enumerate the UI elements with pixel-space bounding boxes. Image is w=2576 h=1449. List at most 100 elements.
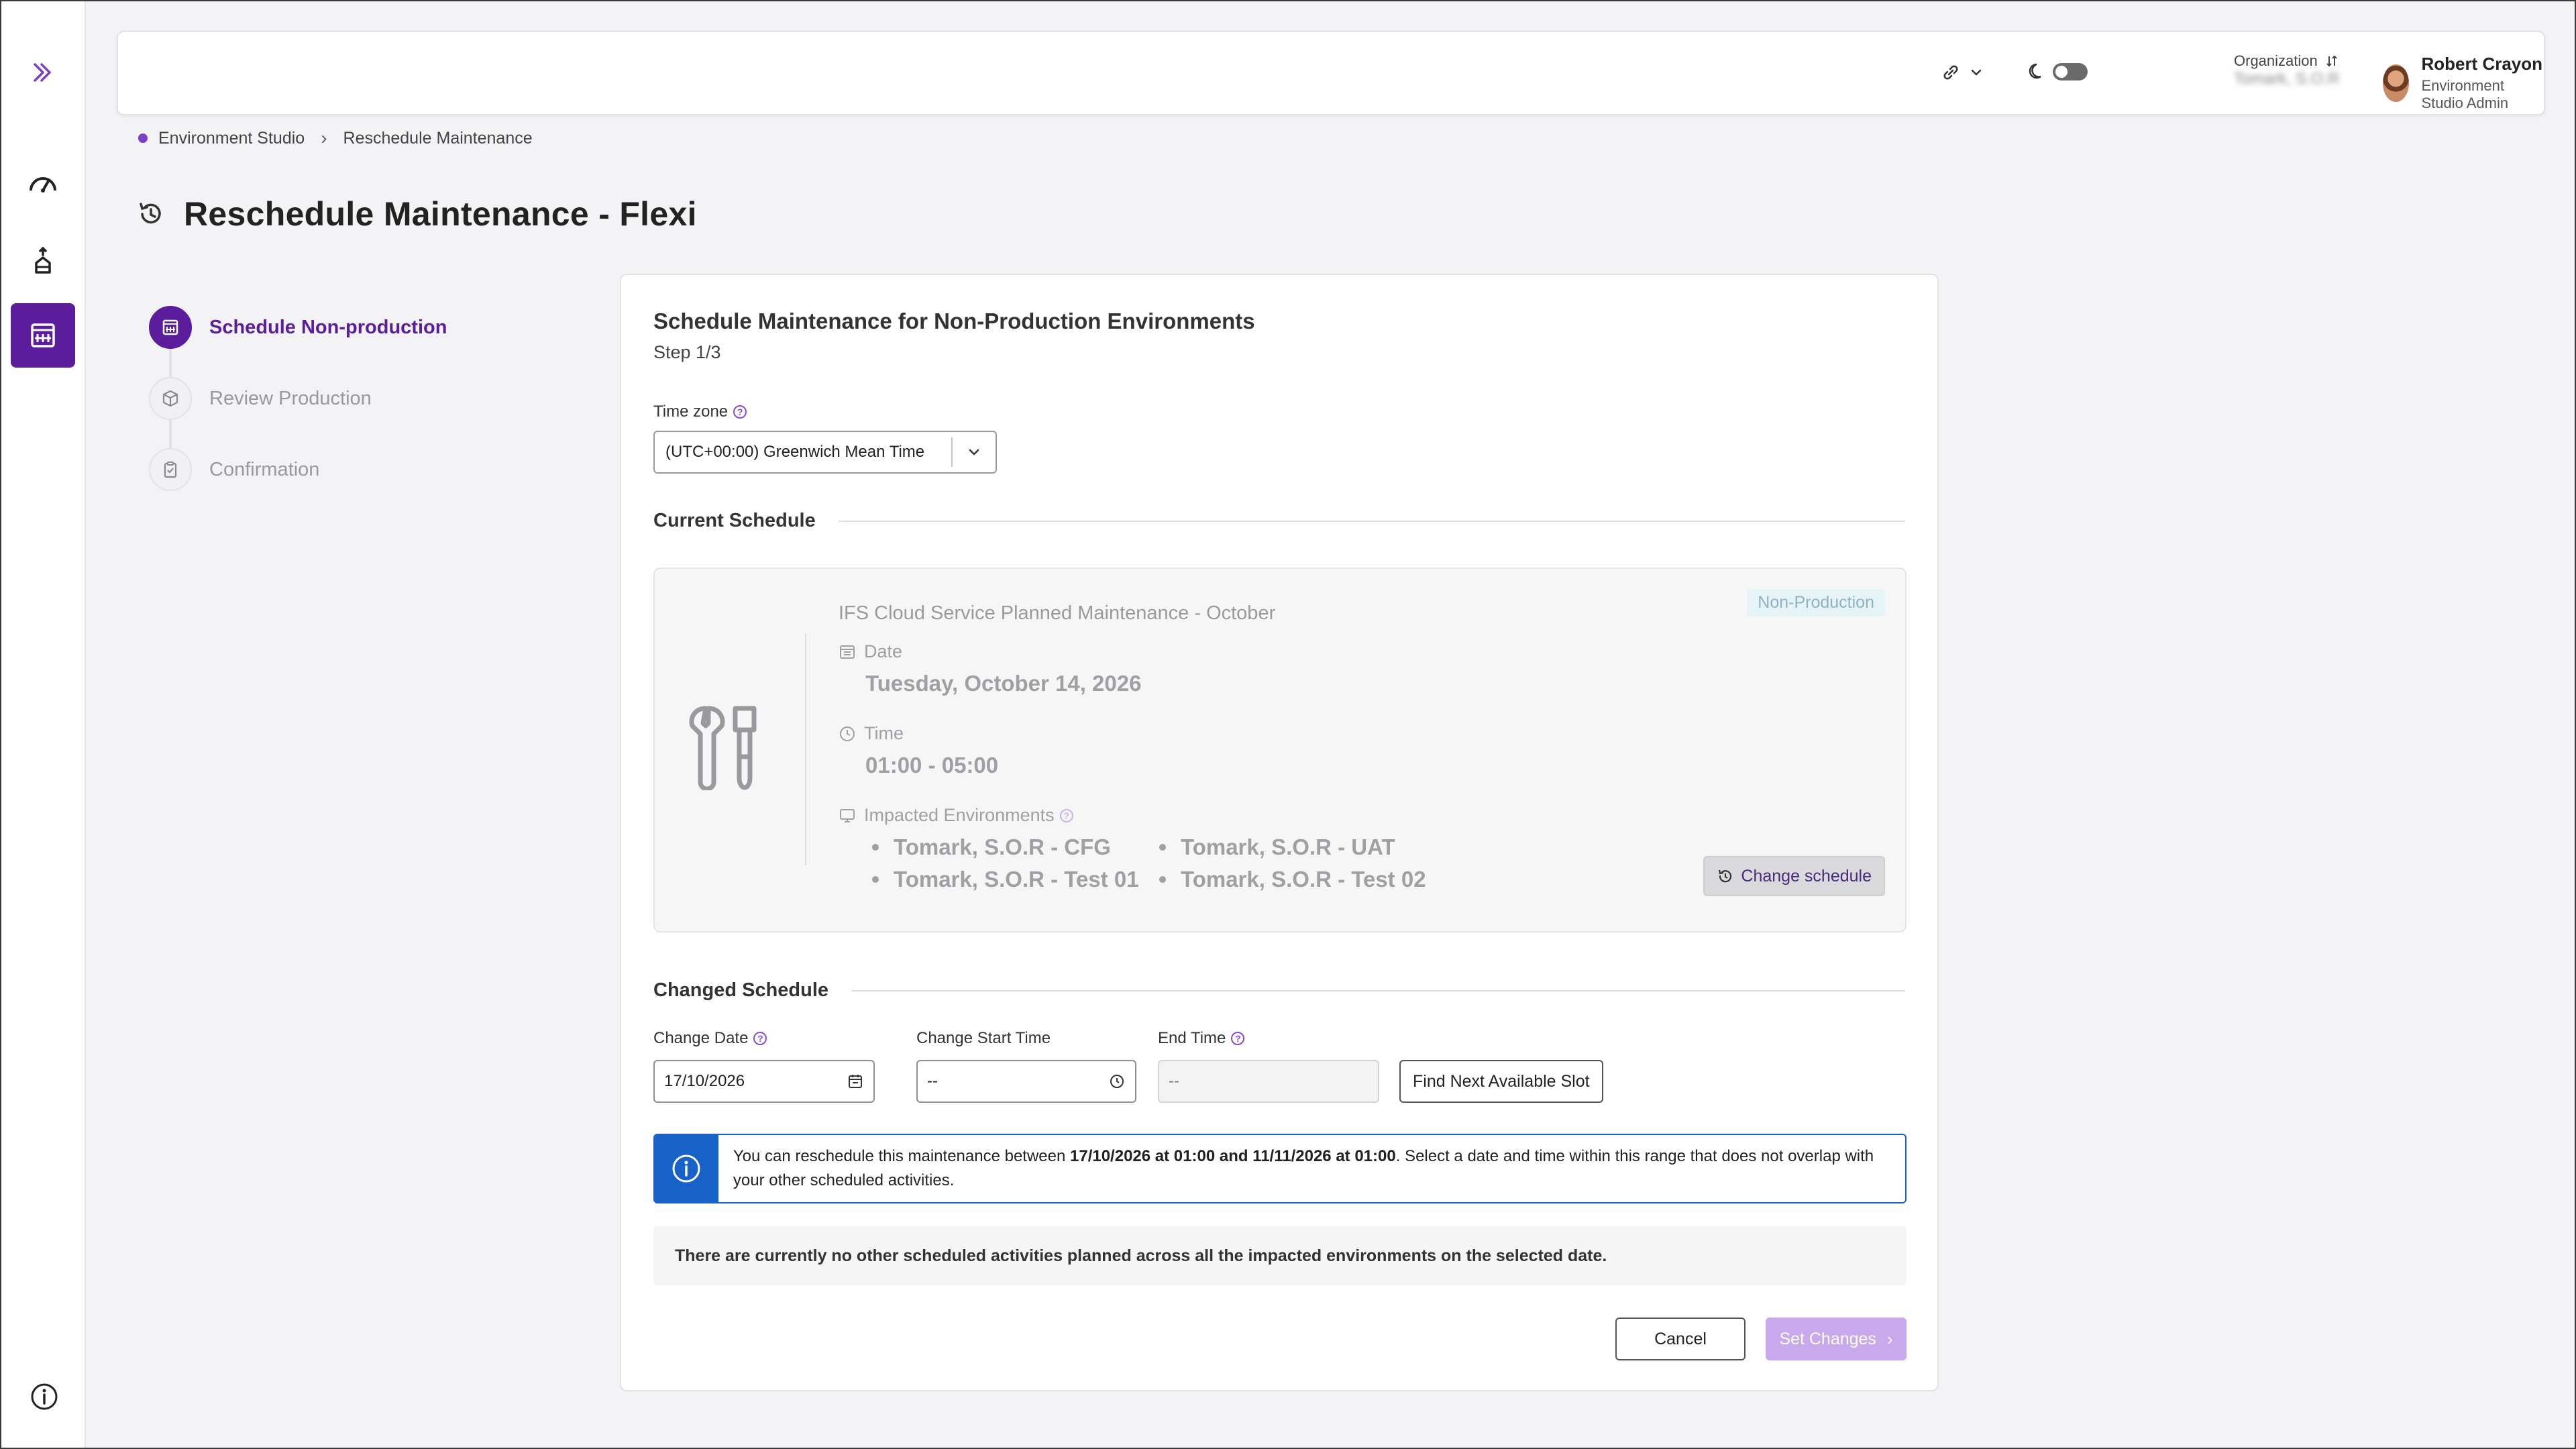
help-icon[interactable]: ? bbox=[753, 1032, 767, 1045]
link-menu[interactable] bbox=[1940, 62, 1984, 83]
page-title-row: Reschedule Maintenance - Flexi bbox=[137, 195, 697, 233]
schedule-card: Schedule Maintenance for Non-Production … bbox=[620, 274, 1939, 1391]
help-icon[interactable]: ? bbox=[733, 405, 747, 419]
info-icon[interactable] bbox=[30, 1382, 59, 1411]
maintenance-title: IFS Cloud Service Planned Maintenance - … bbox=[839, 602, 1276, 624]
date-label: Date bbox=[864, 641, 903, 661]
calendar-icon[interactable] bbox=[847, 1073, 864, 1090]
change-date-label-row: Change Date ? bbox=[653, 1029, 767, 1048]
change-schedule-button[interactable]: Change schedule bbox=[1703, 856, 1885, 896]
clock-icon[interactable] bbox=[1108, 1073, 1126, 1090]
environment-item: Tomark, S.O.R - Test 01 bbox=[872, 867, 1139, 892]
time-value: 01:00 - 05:00 bbox=[865, 753, 999, 777]
breadcrumb-current: Reschedule Maintenance bbox=[343, 128, 533, 148]
current-schedule-heading: Current Schedule bbox=[653, 510, 816, 531]
timezone-value: (UTC+00:00) Greenwich Mean Time bbox=[665, 443, 925, 461]
environment-type-badge: Non-Production bbox=[1747, 589, 1885, 616]
swap-arrows-icon bbox=[2326, 55, 2337, 67]
user-role: Environment Studio Admin bbox=[2421, 77, 2509, 111]
help-icon[interactable]: ? bbox=[1231, 1032, 1245, 1045]
chevron-down-icon bbox=[951, 437, 996, 467]
step-clipboard-icon bbox=[149, 448, 192, 491]
moon-icon bbox=[2029, 63, 2041, 79]
step-label: Schedule Non-production bbox=[209, 316, 447, 338]
end-time-value: -- bbox=[1169, 1072, 1179, 1090]
clock-icon bbox=[840, 726, 855, 741]
change-date-value: 17/10/2026 bbox=[664, 1072, 745, 1090]
find-next-slot-button[interactable]: Find Next Available Slot bbox=[1399, 1060, 1603, 1103]
info-range: 17/10/2026 at 01:00 and 11/11/2026 at 01… bbox=[1070, 1147, 1396, 1165]
maintenance-calendar-icon[interactable] bbox=[11, 303, 75, 368]
time-label-row: Time bbox=[839, 723, 904, 744]
environments-label: Impacted Environments bbox=[864, 805, 1055, 825]
avatar bbox=[2383, 64, 2410, 102]
card-step: Step 1/3 bbox=[653, 342, 721, 362]
info-icon bbox=[655, 1135, 718, 1202]
user-name: Robert Crayon bbox=[2421, 54, 2543, 74]
reschedule-clock-icon bbox=[140, 203, 161, 224]
timezone-label-row: Time zone ? bbox=[653, 402, 747, 421]
expand-chevrons-icon[interactable] bbox=[11, 40, 75, 105]
change-date-input[interactable]: 17/10/2026 bbox=[653, 1060, 875, 1103]
organization-value: Tomark, S.O.R bbox=[2234, 70, 2340, 88]
step-schedule-non-production[interactable]: Schedule Non-production bbox=[149, 306, 447, 349]
changed-schedule-heading-row: Changed Schedule bbox=[653, 979, 1905, 1002]
end-time-label-row: End Time ? bbox=[1158, 1029, 1245, 1048]
date-label-row: Date bbox=[839, 641, 902, 662]
step-confirmation[interactable]: Confirmation bbox=[149, 448, 319, 491]
no-conflicts-note: There are currently no other scheduled a… bbox=[653, 1226, 1907, 1285]
stepper-connector bbox=[169, 420, 172, 451]
calendar-icon bbox=[840, 645, 855, 659]
step-calendar-icon bbox=[149, 306, 192, 349]
environment-item: Tomark, S.O.R - Test 02 bbox=[1159, 867, 1426, 892]
environments-label-row: Impacted Environments ? bbox=[839, 805, 1073, 826]
top-bar: Organization Tomark, S.O.R Robert Crayon… bbox=[117, 31, 2545, 115]
chevron-right-icon: › bbox=[1886, 1328, 1893, 1349]
environment-item: Tomark, S.O.R - CFG bbox=[872, 835, 1111, 860]
timezone-select[interactable]: (UTC+00:00) Greenwich Mean Time bbox=[653, 431, 997, 474]
breadcrumb-dot bbox=[138, 133, 148, 143]
dark-mode-toggle[interactable] bbox=[2053, 63, 2088, 80]
page-title: Reschedule Maintenance - Flexi bbox=[184, 195, 697, 233]
end-time-input: -- bbox=[1158, 1060, 1379, 1103]
current-schedule-heading-row: Current Schedule bbox=[653, 510, 1905, 532]
divider bbox=[805, 633, 806, 865]
left-rail bbox=[1, 1, 86, 1448]
chevron-down-icon bbox=[1971, 69, 1982, 76]
step-review-production[interactable]: Review Production bbox=[149, 377, 372, 420]
start-time-label: Change Start Time bbox=[916, 1029, 1051, 1047]
step-label: Confirmation bbox=[209, 458, 320, 480]
user-profile[interactable]: Robert Crayon Environment Studio Admin bbox=[2383, 54, 2544, 112]
deploy-icon[interactable] bbox=[11, 228, 75, 292]
breadcrumb-separator: › bbox=[321, 127, 327, 148]
divider bbox=[851, 989, 1905, 991]
changed-schedule-heading: Changed Schedule bbox=[653, 979, 829, 1001]
info-prefix: You can reschedule this maintenance betw… bbox=[733, 1147, 1070, 1165]
stepper-connector bbox=[169, 349, 172, 380]
current-schedule-box: IFS Cloud Service Planned Maintenance - … bbox=[653, 568, 1907, 932]
cancel-button[interactable]: Cancel bbox=[1615, 1318, 1746, 1360]
reschedule-icon bbox=[1719, 869, 1732, 883]
environment-item: Tomark, S.O.R - UAT bbox=[1159, 835, 1395, 860]
step-box-icon bbox=[149, 377, 192, 420]
time-label: Time bbox=[864, 723, 904, 743]
dashboard-gauge-icon[interactable] bbox=[11, 153, 75, 217]
start-time-label-row: Change Start Time bbox=[916, 1029, 1051, 1048]
organization-label: Organization bbox=[2234, 52, 2318, 69]
set-changes-label: Set Changes bbox=[1779, 1329, 1876, 1348]
tools-icon bbox=[689, 706, 757, 790]
dark-mode-switch[interactable] bbox=[2027, 62, 2088, 82]
card-title: Schedule Maintenance for Non-Production … bbox=[653, 309, 1255, 333]
monitor-icon bbox=[840, 808, 855, 822]
divider bbox=[838, 520, 1905, 522]
set-changes-button[interactable]: Set Changes › bbox=[1766, 1318, 1907, 1360]
organization-switcher[interactable]: Organization Tomark, S.O.R bbox=[2234, 52, 2339, 89]
link-icon bbox=[1943, 65, 1958, 80]
date-value: Tuesday, October 14, 2026 bbox=[865, 671, 1142, 696]
change-schedule-label: Change schedule bbox=[1741, 866, 1872, 885]
breadcrumb-environment-studio[interactable]: Environment Studio bbox=[158, 129, 305, 148]
start-time-value: -- bbox=[927, 1072, 938, 1090]
change-date-label: Change Date bbox=[653, 1029, 749, 1047]
start-time-input[interactable]: -- bbox=[916, 1060, 1136, 1103]
help-icon[interactable]: ? bbox=[1059, 808, 1073, 822]
